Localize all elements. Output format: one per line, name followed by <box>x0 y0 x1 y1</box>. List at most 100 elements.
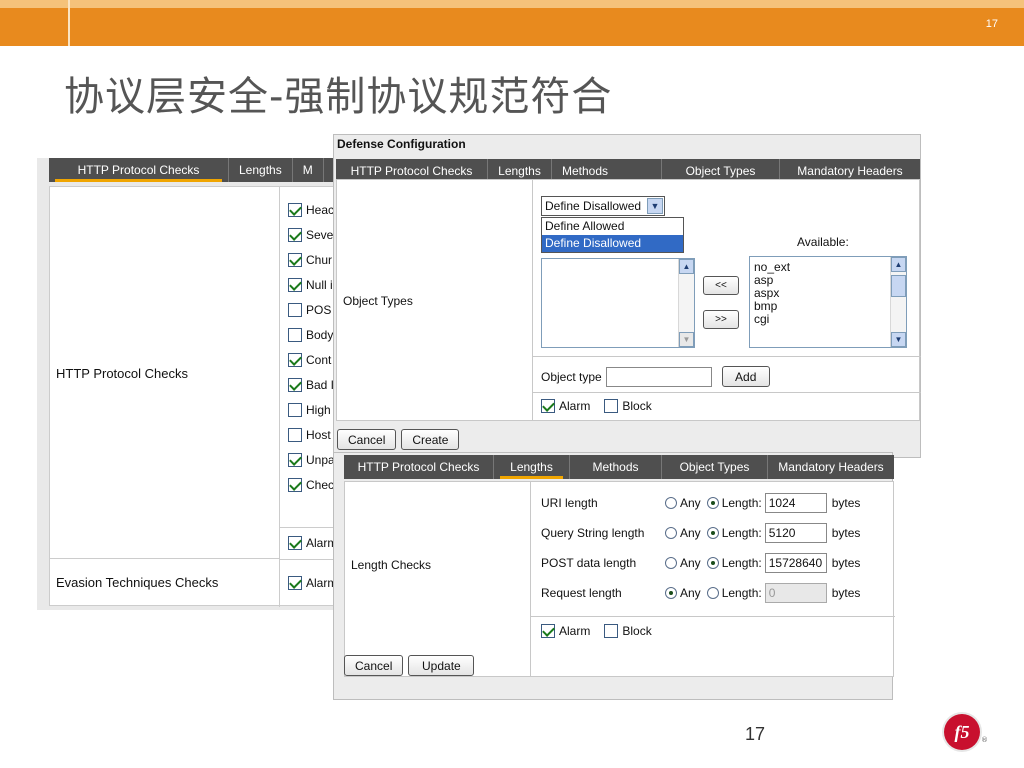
bottom-tab-bar: HTTP Protocol Checks Lengths Methods Obj… <box>344 455 894 479</box>
cancel-button[interactable]: Cancel <box>344 655 404 676</box>
any-radio-label: Any <box>680 496 701 510</box>
back-check-item[interactable]: High <box>288 397 337 422</box>
selected-listbox-scrollbar[interactable]: ▲ ▼ <box>678 259 694 347</box>
available-item[interactable]: bmp <box>750 300 906 313</box>
back-check-checkbox[interactable] <box>288 377 302 392</box>
available-listbox-scrollbar[interactable]: ▲ ▼ <box>890 257 906 347</box>
back-tab-methods[interactable]: M <box>293 158 324 182</box>
object-type-input[interactable] <box>605 366 712 387</box>
create-button[interactable]: Create <box>401 429 460 450</box>
length-row-label: POST data length <box>541 556 637 570</box>
scroll-thumb[interactable] <box>891 275 906 297</box>
back-check-item[interactable]: Cont <box>288 347 337 372</box>
slide-title: 协议层安全-强制协议规范符合 <box>64 74 613 120</box>
back-tab-http-protocol-checks[interactable]: HTTP Protocol Checks <box>49 158 229 182</box>
move-left-button[interactable]: << <box>703 276 739 295</box>
any-radio[interactable] <box>665 557 677 569</box>
back-check-checkbox[interactable] <box>288 302 302 317</box>
back-check-checkbox[interactable] <box>288 327 302 342</box>
length-unit-label: bytes <box>831 586 861 600</box>
back-check-checkbox[interactable] <box>288 477 302 492</box>
bottom-tab-http-protocol-checks[interactable]: HTTP Protocol Checks <box>344 455 494 479</box>
length-value-input[interactable]: 5120 <box>764 523 827 543</box>
back-alarm-2[interactable]: Alarm <box>288 570 337 595</box>
add-button[interactable]: Add <box>721 366 770 387</box>
back-check-label: POS <box>306 302 332 317</box>
back-check-checkbox[interactable] <box>288 402 302 417</box>
back-check-checkbox[interactable] <box>288 252 302 267</box>
back-check-item[interactable]: Null ir <box>288 272 337 297</box>
object-types-alarm-checkbox[interactable] <box>541 399 555 413</box>
length-value-input[interactable]: 1024 <box>764 493 827 513</box>
back-check-item[interactable]: Bad I <box>288 372 337 397</box>
back-check-checkbox[interactable] <box>288 352 302 367</box>
scroll-up-icon[interactable]: ▲ <box>679 259 694 274</box>
back-check-item[interactable]: Host <box>288 422 337 447</box>
define-mode-select[interactable]: Define Disallowed ▼ <box>541 196 665 216</box>
back-check-item[interactable]: Heac <box>288 197 337 222</box>
length-radio[interactable] <box>706 587 719 599</box>
any-radio[interactable] <box>665 587 677 599</box>
back-check-item[interactable]: Checl <box>288 472 337 497</box>
back-tab-lengths[interactable]: Lengths <box>229 158 293 182</box>
back-alarm-1-checkbox[interactable] <box>288 535 302 550</box>
move-right-button[interactable]: >> <box>703 310 739 329</box>
length-unit-label: bytes <box>831 526 861 540</box>
f5-logo: f5 <box>944 714 980 750</box>
length-radio[interactable] <box>706 527 719 539</box>
back-alarm-1[interactable]: Alarm <box>288 530 337 555</box>
body-divider-2 <box>533 392 921 393</box>
chevron-down-icon[interactable]: ▼ <box>647 198 663 214</box>
available-types-listbox[interactable]: no_ext asp aspx bmp cgi ▲ ▼ <box>749 256 907 348</box>
back-check-label: Chur <box>306 252 333 267</box>
length-alarm-checkbox[interactable] <box>541 624 555 638</box>
back-check-label: Host <box>306 427 331 442</box>
cancel-button[interactable]: Cancel <box>337 429 397 450</box>
bottom-tab-methods[interactable]: Methods <box>570 455 662 479</box>
bottom-tab-mandatory-headers[interactable]: Mandatory Headers <box>768 455 894 479</box>
length-value-input[interactable]: 15728640 <box>764 553 827 573</box>
length-radio[interactable] <box>706 497 719 509</box>
any-radio[interactable] <box>665 497 677 509</box>
object-types-body: Object Types Define Disallowed ▼ Define … <box>336 179 921 421</box>
registered-mark: ® <box>981 736 988 744</box>
any-radio[interactable] <box>665 527 677 539</box>
back-check-checkbox[interactable] <box>288 277 302 292</box>
available-item[interactable]: no_ext <box>750 261 906 274</box>
back-check-item[interactable]: Unpar <box>288 447 337 472</box>
length-block-checkbox[interactable] <box>604 624 619 638</box>
back-check-label: Seve <box>306 227 334 242</box>
selected-types-listbox[interactable]: ▲ ▼ <box>541 258 695 348</box>
length-row-label: URI length <box>541 496 598 510</box>
available-item[interactable]: cgi <box>750 313 906 326</box>
back-check-item[interactable]: Chur <box>288 247 337 272</box>
back-check-checkbox[interactable] <box>288 202 302 217</box>
bottom-tab-object-types[interactable]: Object Types <box>662 455 768 479</box>
back-alarm-2-checkbox[interactable] <box>288 575 302 590</box>
length-checks-label-cell: Length Checks <box>345 482 531 676</box>
scroll-down-icon[interactable]: ▼ <box>891 332 906 347</box>
back-check-checkbox[interactable] <box>288 427 302 442</box>
back-check-checkbox[interactable] <box>288 452 302 467</box>
back-section1-label: HTTP Protocol Checks <box>56 366 188 381</box>
back-check-checkbox[interactable] <box>288 227 302 242</box>
back-check-item[interactable]: Seve <box>288 222 337 247</box>
back-divider-2 <box>280 559 337 560</box>
length-radio-label: Length: <box>721 556 762 570</box>
length-value-input[interactable]: 0 <box>764 583 827 603</box>
back-check-item[interactable]: Body <box>288 322 337 347</box>
object-types-actions: Cancel Create <box>337 429 460 450</box>
length-radio[interactable] <box>706 557 719 569</box>
length-checks-label: Length Checks <box>351 558 432 572</box>
dropdown-option-define-allowed[interactable]: Define Allowed <box>542 218 683 235</box>
object-types-block-checkbox[interactable] <box>604 399 619 413</box>
back-check-item[interactable]: POS <box>288 297 337 322</box>
update-button[interactable]: Update <box>408 655 475 676</box>
object-types-alarm-row: Alarm Block <box>541 399 652 413</box>
dropdown-option-define-disallowed[interactable]: Define Disallowed <box>542 235 683 252</box>
length-row-label: Request length <box>541 586 622 600</box>
bottom-tab-lengths[interactable]: Lengths <box>494 455 570 479</box>
scroll-down-icon[interactable]: ▼ <box>679 332 694 347</box>
any-radio-label: Any <box>680 526 701 540</box>
scroll-up-icon[interactable]: ▲ <box>891 257 906 272</box>
